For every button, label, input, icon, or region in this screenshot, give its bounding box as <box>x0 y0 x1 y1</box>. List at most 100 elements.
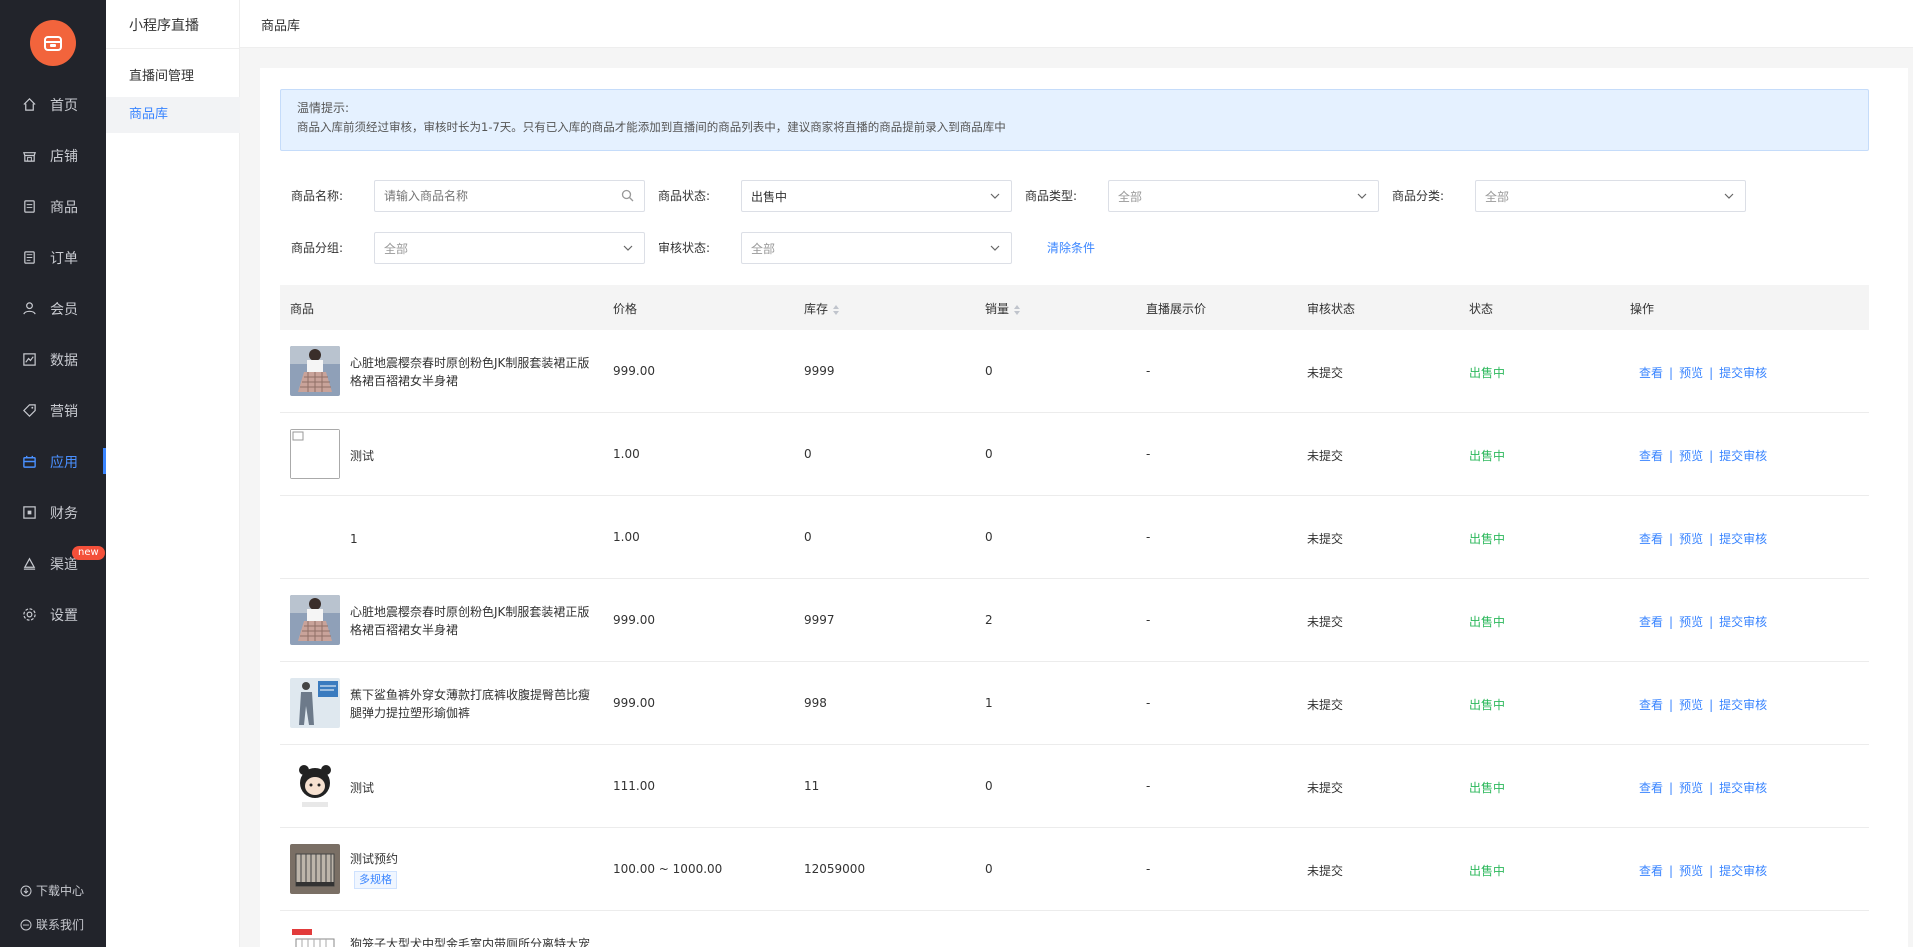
product-thumbnail[interactable] <box>290 844 340 894</box>
submit-review-button[interactable]: 提交审核 <box>1719 615 1767 629</box>
table-row: 狗笼子大型犬中型金毛室内带厕所分离特大宠 <box>280 911 1869 947</box>
submit-review-button[interactable]: 提交审核 <box>1719 698 1767 712</box>
preview-button[interactable]: 预览 <box>1679 366 1703 380</box>
status-cell: 出售中 <box>1469 449 1506 463</box>
product-type-select[interactable]: 全部 <box>1108 180 1379 212</box>
submenu-item-live-room[interactable]: 直播间管理 <box>106 59 240 95</box>
product-name[interactable]: 测试 <box>350 447 600 465</box>
view-button[interactable]: 查看 <box>1639 864 1663 878</box>
main-sidebar: 首页店铺商品订单会员数据营销应用财务渠道 new 设置 下载中心 联系我们 <box>0 0 106 947</box>
sales-cell: 2 <box>985 613 993 627</box>
product-name[interactable]: 测试预约 <box>350 850 600 868</box>
sort-icon[interactable] <box>1014 304 1021 315</box>
product-name[interactable]: 心脏地震樱奈春时原创粉色JK制服套装裙正版格裙百褶裙女半身裙 <box>350 603 600 639</box>
product-name[interactable]: 测试 <box>350 779 600 797</box>
status-cell: 出售中 <box>1469 615 1506 629</box>
sidebar-item-label: 会员 <box>50 302 78 318</box>
product-thumbnail[interactable] <box>290 761 340 811</box>
product-name-search-input[interactable] <box>374 180 645 212</box>
submit-review-button[interactable]: 提交审核 <box>1719 781 1767 795</box>
view-button[interactable]: 查看 <box>1639 449 1663 463</box>
sidebar-item-2[interactable]: 商品 <box>0 189 106 223</box>
row-actions: 查看 | 预览 | 提交审核 <box>1639 530 1767 547</box>
tag-icon <box>23 404 36 417</box>
submit-review-button[interactable]: 提交审核 <box>1719 366 1767 380</box>
row-actions: 查看 | 预览 | 提交审核 <box>1639 364 1767 381</box>
sidebar-item-1[interactable]: 店铺 <box>0 138 106 172</box>
audit-status-select[interactable]: 全部 <box>741 232 1012 264</box>
status-cell: 出售中 <box>1469 532 1506 546</box>
sidebar-item-7[interactable]: 应用 <box>0 444 106 478</box>
row-actions: 查看 | 预览 | 提交审核 <box>1639 613 1767 630</box>
product-name[interactable]: 狗笼子大型犬中型金毛室内带厕所分离特大宠 <box>350 935 600 947</box>
audit-status-cell: 未提交 <box>1307 366 1344 380</box>
view-button[interactable]: 查看 <box>1639 615 1663 629</box>
price-cell: 111.00 <box>613 779 655 793</box>
new-badge: new <box>72 546 105 560</box>
table-row: 1 1.00 0 0 - 未提交 出售中 查看 | 预览 | 提交审核 <box>280 496 1869 579</box>
product-thumbnail[interactable] <box>290 678 340 728</box>
product-category-select[interactable]: 全部 <box>1475 180 1746 212</box>
status-cell: 出售中 <box>1469 864 1506 878</box>
live-price-cell: - <box>1146 696 1151 710</box>
col-stock[interactable]: 库存 <box>804 300 840 317</box>
product-status-select[interactable]: 出售中 <box>741 180 1012 212</box>
sort-icon[interactable] <box>833 304 840 315</box>
submit-review-button[interactable]: 提交审核 <box>1719 864 1767 878</box>
stock-cell: 0 <box>804 530 812 544</box>
sidebar-item-0[interactable]: 首页 <box>0 87 106 121</box>
action-separator: | <box>1709 781 1714 795</box>
sales-cell: 0 <box>985 364 993 378</box>
product-name[interactable]: 心脏地震樱奈春时原创粉色JK制服套装裙正版格裙百褶裙女半身裙 <box>350 354 600 390</box>
preview-button[interactable]: 预览 <box>1679 864 1703 878</box>
product-thumbnail[interactable] <box>290 429 340 479</box>
product-thumbnail[interactable] <box>290 927 340 947</box>
contact-us-link[interactable]: 联系我们 <box>20 916 84 933</box>
product-thumbnail[interactable] <box>290 346 340 396</box>
product-name-cell: 心脏地震樱奈春时原创粉色JK制服套装裙正版格裙百褶裙女半身裙 <box>350 354 600 390</box>
sidebar-item-5[interactable]: 数据 <box>0 342 106 376</box>
stock-cell: 11 <box>804 779 820 793</box>
submit-review-button[interactable]: 提交审核 <box>1719 449 1767 463</box>
view-button[interactable]: 查看 <box>1639 698 1663 712</box>
submenu-divider <box>106 48 240 49</box>
contact-us-label: 联系我们 <box>36 918 85 932</box>
view-button[interactable]: 查看 <box>1639 781 1663 795</box>
preview-button[interactable]: 预览 <box>1679 698 1703 712</box>
download-center-link[interactable]: 下载中心 <box>20 882 84 899</box>
preview-button[interactable]: 预览 <box>1679 449 1703 463</box>
store-logo-icon[interactable] <box>30 20 76 66</box>
status-cell: 出售中 <box>1469 781 1506 795</box>
table-row: 测试 1.00 0 0 - 未提交 出售中 查看 | 预览 | 提交审核 <box>280 413 1869 496</box>
view-button[interactable]: 查看 <box>1639 532 1663 546</box>
clear-filters-button[interactable]: 清除条件 <box>1047 239 1095 256</box>
download-center-label: 下载中心 <box>36 884 85 898</box>
sidebar-item-8[interactable]: 财务 <box>0 495 106 529</box>
audit-status-cell: 未提交 <box>1307 781 1344 795</box>
action-separator: | <box>1709 532 1714 546</box>
sidebar-item-label: 设置 <box>50 608 78 624</box>
product-name[interactable]: 蕉下鲨鱼裤外穿女薄款打底裤收腹提臀芭比瘦腿弹力提拉塑形瑜伽裤 <box>350 686 600 722</box>
submenu-item-product-library[interactable]: 商品库 <box>106 97 240 133</box>
product-group-select[interactable]: 全部 <box>374 232 645 264</box>
product-name-cell: 狗笼子大型犬中型金毛室内带厕所分离特大宠 <box>350 935 600 947</box>
product-thumbnail[interactable] <box>290 595 340 645</box>
sidebar-item-9[interactable]: 渠道 new <box>0 546 106 580</box>
preview-button[interactable]: 预览 <box>1679 781 1703 795</box>
sidebar-item-6[interactable]: 营销 <box>0 393 106 427</box>
col-live-price: 直播展示价 <box>1146 302 1207 316</box>
col-audit-status: 审核状态 <box>1307 302 1356 316</box>
view-button[interactable]: 查看 <box>1639 366 1663 380</box>
col-sales[interactable]: 销量 <box>985 300 1021 317</box>
product-name-label: 商品名称: <box>290 189 343 203</box>
product-name[interactable]: 1 <box>350 530 600 548</box>
preview-button[interactable]: 预览 <box>1679 615 1703 629</box>
live-price-cell: - <box>1146 364 1151 378</box>
live-price-cell: - <box>1146 530 1151 544</box>
sidebar-item-4[interactable]: 会员 <box>0 291 106 325</box>
sidebar-item-3[interactable]: 订单 <box>0 240 106 274</box>
submit-review-button[interactable]: 提交审核 <box>1719 532 1767 546</box>
table-row: 测试预约 多规格 100.00 ~ 1000.00 12059000 0 - 未提交 出售中 查… <box>280 828 1869 911</box>
preview-button[interactable]: 预览 <box>1679 532 1703 546</box>
sidebar-item-10[interactable]: 设置 <box>0 597 106 631</box>
